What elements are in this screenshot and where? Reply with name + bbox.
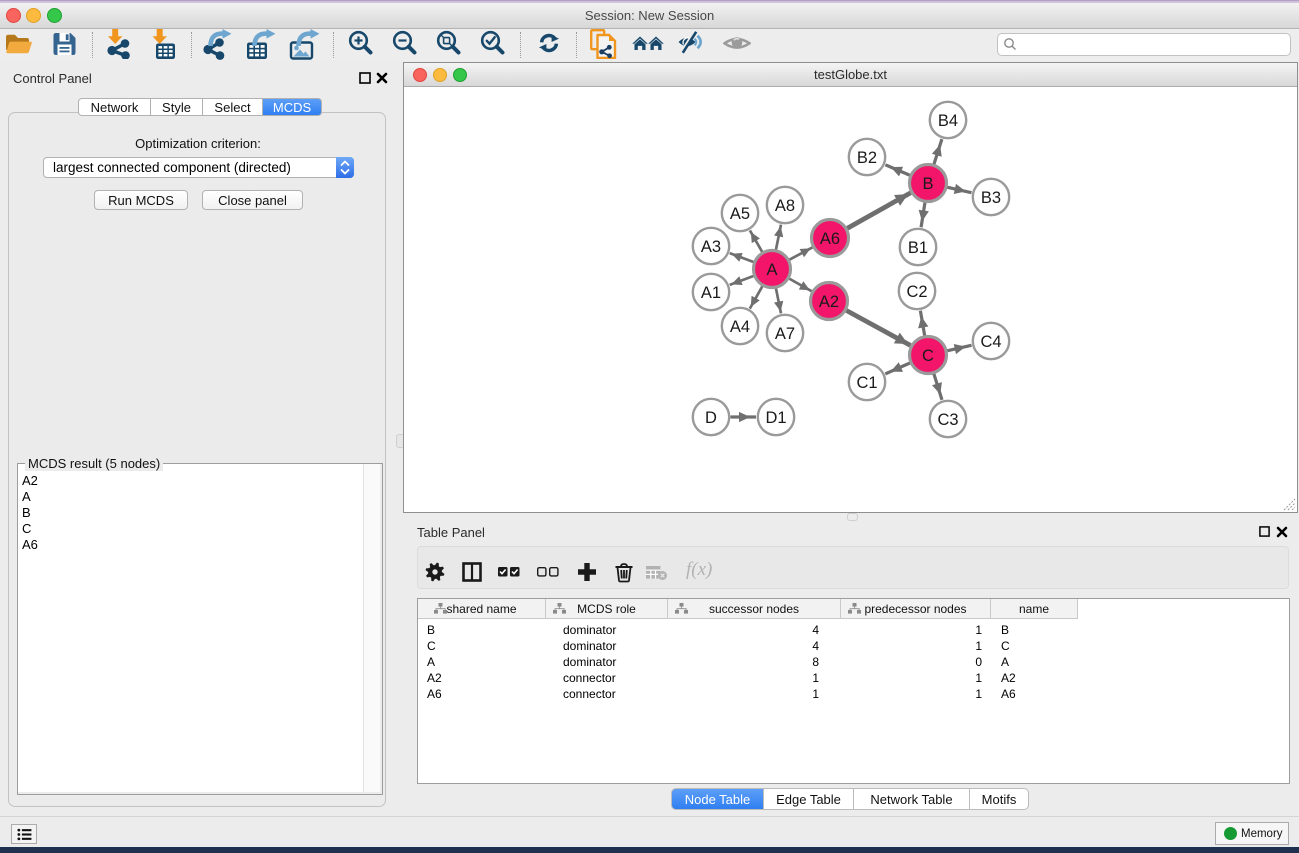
svg-text:B2: B2 [857,149,877,167]
svg-text:C4: C4 [980,333,1001,351]
svg-text:B: B [922,175,933,193]
svg-text:B4: B4 [938,112,958,130]
svg-text:A4: A4 [730,318,750,336]
svg-text:A3: A3 [701,238,721,256]
svg-text:A2: A2 [819,293,839,311]
svg-text:A8: A8 [775,197,795,215]
svg-text:C: C [922,347,934,365]
svg-text:C3: C3 [937,411,958,429]
svg-text:B1: B1 [908,239,928,257]
svg-text:A7: A7 [775,325,795,343]
svg-text:A: A [766,261,777,279]
svg-text:C2: C2 [906,283,927,301]
svg-text:A6: A6 [820,230,840,248]
svg-text:B3: B3 [981,189,1001,207]
svg-text:D1: D1 [765,409,786,427]
svg-text:A1: A1 [701,284,721,302]
svg-text:D: D [705,409,717,427]
svg-text:C1: C1 [856,374,877,392]
svg-text:A5: A5 [730,205,750,223]
